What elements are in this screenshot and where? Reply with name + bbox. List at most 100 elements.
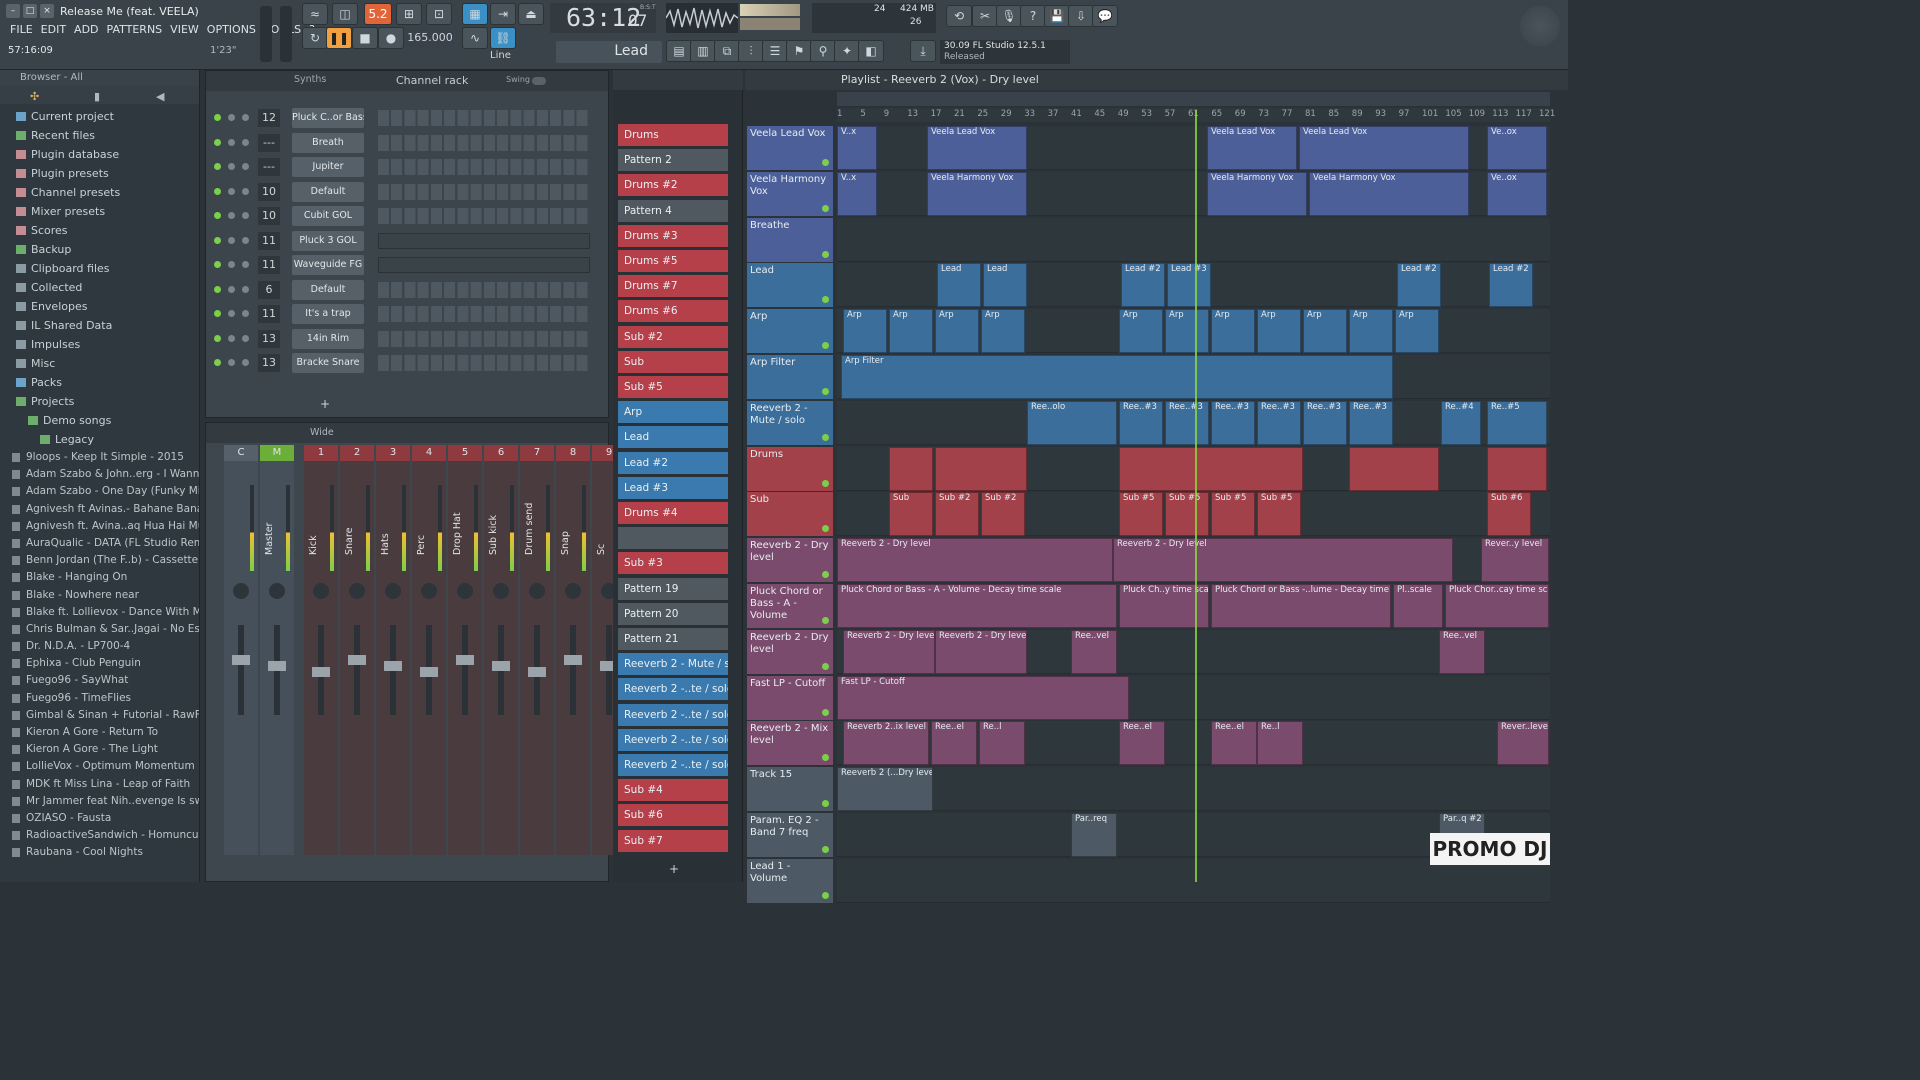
browser-item[interactable]: Backup bbox=[0, 240, 199, 259]
channel-mixer-track[interactable]: --- bbox=[258, 133, 280, 152]
close-icon[interactable]: × bbox=[40, 4, 54, 18]
playlist-clip[interactable]: Ree..olo bbox=[1027, 400, 1117, 445]
song-file[interactable]: Dr. N.D.A. - LP700-4 bbox=[0, 638, 199, 655]
tempo-tapper-icon[interactable]: ⚲ bbox=[810, 40, 836, 62]
song-file[interactable]: RadioactiveSandwich - Homunculus bbox=[0, 827, 199, 844]
playlist-clip[interactable]: Lead bbox=[983, 263, 1027, 308]
mixer-strip[interactable]: M Master bbox=[260, 445, 294, 855]
browser-item[interactable]: Scores bbox=[0, 221, 199, 240]
song-file[interactable]: Ephixa - Club Penguin bbox=[0, 655, 199, 672]
song-mode-icon[interactable]: ◫ bbox=[332, 3, 358, 25]
channel-name-button[interactable]: Bracke Snare bbox=[292, 353, 364, 373]
channel-active-led[interactable] bbox=[214, 138, 221, 146]
channel-pan-knob[interactable] bbox=[228, 261, 235, 268]
channel-volume-knob[interactable] bbox=[242, 163, 249, 170]
playlist-clip[interactable]: Pluck Chor..cay time scale bbox=[1445, 584, 1549, 628]
playlist-clip[interactable] bbox=[1349, 446, 1439, 491]
track-header[interactable]: Veela Lead Vox bbox=[747, 126, 833, 170]
timeline-ruler[interactable]: 1 5 9 13 17 21 25 29 33 37 41 45 49 53 57 61 65 69 73 77 81 8… bbox=[837, 108, 1555, 122]
pattern-item[interactable]: Drums #6 bbox=[618, 300, 728, 323]
track-lane[interactable]: V..x Veela Lead Vox Veela Lead Vox Veela Le… bbox=[837, 126, 1550, 170]
browser-item[interactable]: Collected bbox=[0, 278, 199, 297]
channel-name-button[interactable]: Default bbox=[292, 279, 364, 300]
playlist-clip[interactable] bbox=[889, 446, 933, 491]
track-lane[interactable]: Pluck Chord or Bass - A - Volume - Decay… bbox=[837, 584, 1550, 628]
playlist-clip[interactable]: V..x bbox=[837, 126, 877, 170]
track-header[interactable]: Arp Filter bbox=[747, 355, 833, 399]
song-file[interactable]: Blake - Hanging On bbox=[0, 569, 199, 586]
channel-name-button[interactable]: Waveguide FG bbox=[292, 255, 364, 275]
song-file[interactable]: MDK ft Miss Lina - Leap of Faith bbox=[0, 776, 199, 793]
playlist-clip[interactable]: Arp bbox=[1165, 309, 1209, 354]
channel-active-led[interactable] bbox=[214, 359, 221, 366]
track-lane[interactable] bbox=[837, 217, 1550, 262]
channel-step-sequencer[interactable] bbox=[378, 281, 590, 298]
playlist-clip[interactable]: Sub #5 bbox=[1211, 492, 1255, 537]
menu-item-4[interactable]: VIEW bbox=[170, 23, 199, 36]
channel-step-sequencer[interactable] bbox=[378, 330, 590, 347]
browser-item[interactable]: Impulses bbox=[0, 335, 199, 354]
pattern-item[interactable]: Sub #2 bbox=[618, 325, 728, 348]
channel-piano-roll-preview[interactable] bbox=[378, 232, 590, 249]
channel-step-sequencer[interactable] bbox=[378, 134, 590, 151]
song-file[interactable]: AuraQualic - DATA (FL Studio Remix) bbox=[0, 535, 199, 552]
song-file[interactable]: Kieron A Gore - The Light bbox=[0, 741, 199, 758]
record-button[interactable]: ● bbox=[378, 27, 404, 49]
save-icon[interactable]: 💾 bbox=[1044, 5, 1070, 27]
track-header[interactable]: Pluck Chord or Bass - A - Volume bbox=[747, 584, 833, 628]
mixer-window-icon[interactable]: ⫶ bbox=[738, 40, 764, 62]
playlist-clip[interactable]: Ree..#3 bbox=[1257, 400, 1301, 445]
track-lane[interactable]: Lead Lead Lead #2 Lead #3 Lead #2 Lead #2 bbox=[837, 263, 1550, 308]
pattern-mode-icon[interactable]: ≈ bbox=[302, 3, 328, 25]
channel-volume-knob[interactable] bbox=[242, 310, 249, 317]
browser-item[interactable]: Mixer presets bbox=[0, 202, 199, 221]
mixer-strip[interactable]: 7 Drum send bbox=[520, 445, 554, 855]
playlist-clip[interactable]: Reeverb 2 - Dry level bbox=[843, 629, 935, 674]
channel-mixer-track[interactable]: 12 bbox=[258, 109, 280, 127]
download-icon[interactable]: ⤓ bbox=[910, 40, 936, 62]
channel-name-button[interactable]: Default bbox=[292, 181, 364, 202]
playlist-clip[interactable]: Pl..scale bbox=[1393, 584, 1443, 628]
mixer-pan-knob[interactable] bbox=[269, 583, 285, 599]
menu-item-1[interactable]: EDIT bbox=[41, 23, 66, 36]
track-header[interactable]: Breathe bbox=[747, 217, 833, 262]
track-header[interactable]: Reeverb 2 - Mute / solo bbox=[747, 400, 833, 445]
browser-window-icon[interactable]: ☰ bbox=[762, 40, 788, 62]
master-volume-slider[interactable] bbox=[260, 6, 272, 62]
cut-icon[interactable]: ✂ bbox=[972, 5, 998, 27]
mixer-fader-handle[interactable] bbox=[420, 667, 438, 677]
playlist-clip[interactable]: Pluck Chord or Bass -..lume - Decay time… bbox=[1211, 584, 1391, 628]
playlist-window-icon[interactable]: ▤ bbox=[666, 40, 692, 62]
channel-volume-knob[interactable] bbox=[242, 114, 249, 121]
playlist-clip[interactable]: Reeverb 2 - Dry level bbox=[935, 629, 1027, 674]
pattern-item[interactable] bbox=[618, 527, 728, 550]
mixer-fader[interactable] bbox=[570, 625, 576, 715]
add-pattern-icon[interactable]: + bbox=[669, 862, 679, 876]
pattern-item[interactable]: Sub #5 bbox=[618, 376, 728, 398]
mixer-fader-handle[interactable] bbox=[312, 667, 330, 677]
channel-pan-knob[interactable] bbox=[228, 310, 235, 317]
mixer-pan-knob[interactable] bbox=[349, 583, 365, 599]
playlist-clip[interactable]: Veela Lead Vox bbox=[1207, 126, 1297, 170]
playlist-clip[interactable]: Arp bbox=[889, 309, 933, 354]
stop-button[interactable]: ■ bbox=[352, 27, 378, 49]
menu-item-5[interactable]: OPTIONS bbox=[207, 23, 256, 36]
channel-row[interactable]: 6 Default bbox=[206, 279, 606, 301]
browser-item[interactable]: Legacy bbox=[0, 430, 199, 449]
track-mute-led[interactable] bbox=[822, 296, 829, 304]
channel-piano-roll-preview[interactable] bbox=[378, 257, 590, 273]
playlist-clip[interactable]: Reeverb 2 - Dry level bbox=[1113, 538, 1453, 583]
channel-active-led[interactable] bbox=[214, 261, 221, 268]
channel-volume-knob[interactable] bbox=[242, 261, 249, 268]
track-header[interactable]: Drums bbox=[747, 446, 833, 491]
playlist-clip[interactable] bbox=[935, 446, 1027, 491]
channel-pan-knob[interactable] bbox=[228, 359, 235, 366]
pattern-item[interactable]: Drums #3 bbox=[618, 224, 728, 247]
browser-item[interactable]: Envelopes bbox=[0, 297, 199, 316]
channel-pan-knob[interactable] bbox=[228, 114, 235, 121]
channel-step-sequencer[interactable] bbox=[378, 110, 590, 126]
channel-pan-knob[interactable] bbox=[228, 285, 235, 293]
playlist-clip[interactable]: Veela Harmony Vox bbox=[1309, 171, 1469, 216]
song-file[interactable]: 9loops - Keep It Simple - 2015 bbox=[0, 449, 199, 466]
track-mute-led[interactable] bbox=[822, 525, 829, 533]
